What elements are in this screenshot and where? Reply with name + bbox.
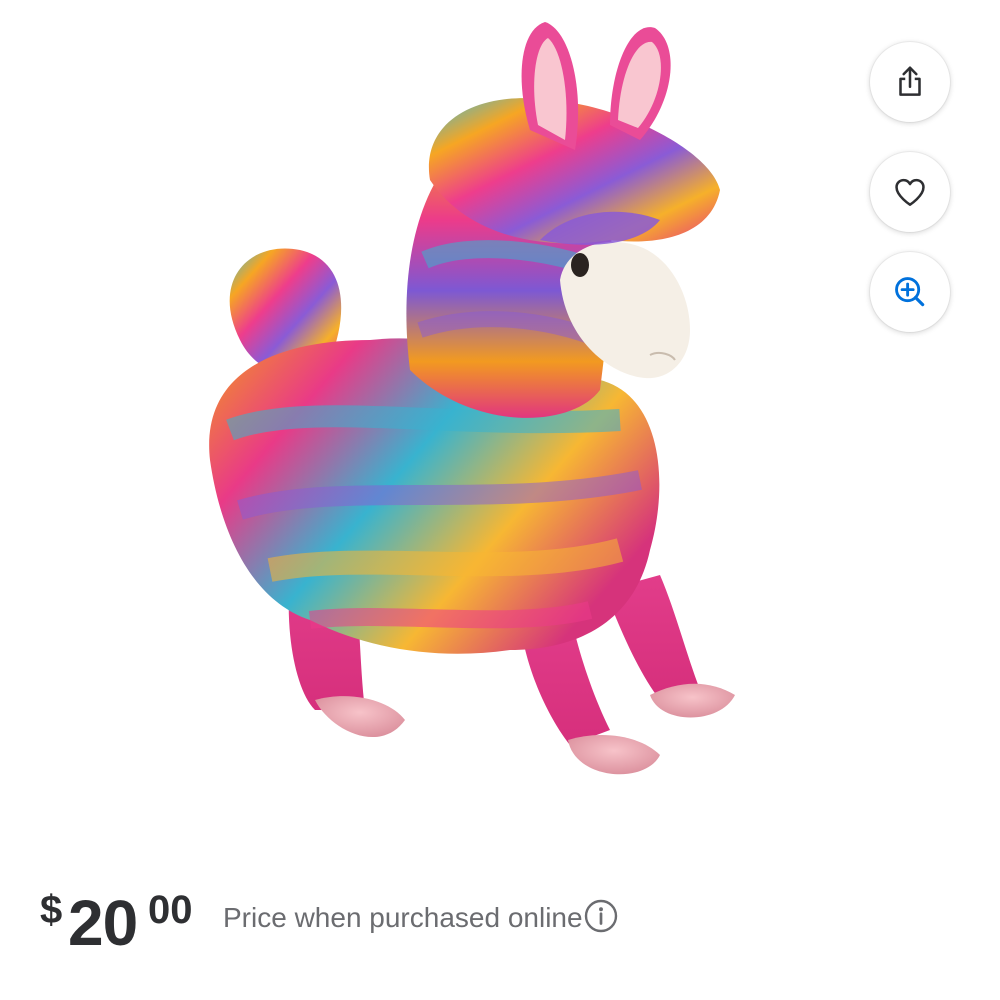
price-currency: $ bbox=[40, 888, 63, 932]
info-icon-glyph bbox=[584, 899, 618, 933]
favorite-button[interactable] bbox=[870, 152, 950, 232]
price-dollars: 20 bbox=[68, 887, 138, 959]
price-note: Price when purchased online bbox=[223, 902, 583, 933]
price-cents: 00 bbox=[148, 888, 193, 932]
heart-icon bbox=[895, 178, 925, 206]
info-icon[interactable] bbox=[583, 898, 619, 934]
llama-plush-illustration bbox=[209, 22, 735, 775]
share-icon bbox=[899, 66, 921, 96]
price-row: $ 20 00 Price when purchased online bbox=[40, 880, 960, 960]
zoom-button[interactable] bbox=[870, 252, 950, 332]
share-button[interactable] bbox=[870, 42, 950, 122]
product-image[interactable] bbox=[190, 10, 750, 810]
zoom-in-icon bbox=[895, 277, 925, 307]
